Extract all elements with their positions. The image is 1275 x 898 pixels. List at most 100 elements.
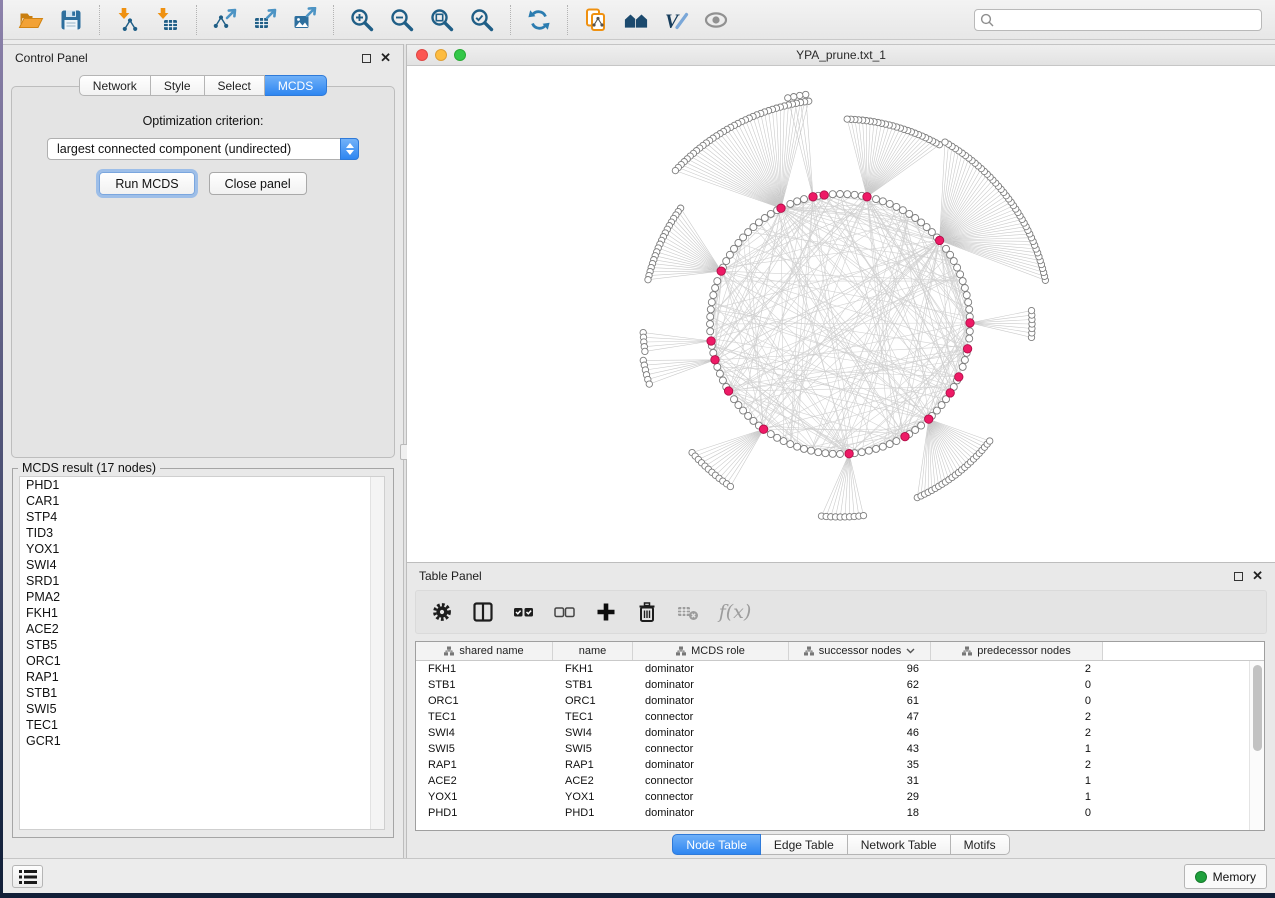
table-scrollbar[interactable]: [1249, 661, 1264, 830]
result-node[interactable]: TID3: [20, 525, 384, 541]
tab-network-table[interactable]: Network Table: [848, 834, 951, 855]
mcds-result-list[interactable]: PHD1CAR1STP4TID3YOX1SWI4SRD1PMA2FKH1ACE2…: [19, 476, 385, 830]
table-row[interactable]: SWI4SWI4dominator462: [416, 725, 1264, 741]
table-cell: 62: [789, 677, 931, 693]
column-header-predecessor-nodes[interactable]: predecessor nodes: [931, 642, 1103, 660]
tab-select[interactable]: Select: [205, 75, 265, 96]
result-node[interactable]: CAR1: [20, 493, 384, 509]
table-scrollbar-thumb[interactable]: [1253, 665, 1262, 751]
column-header-name[interactable]: name: [553, 642, 633, 660]
task-history-button[interactable]: [12, 865, 43, 888]
zoom-out-button[interactable]: [382, 3, 422, 37]
eye-button[interactable]: [696, 3, 736, 37]
column-header-shared-name[interactable]: shared name: [416, 642, 553, 660]
save-button[interactable]: [51, 3, 91, 37]
result-node[interactable]: STP4: [20, 509, 384, 525]
table-row[interactable]: YOX1YOX1connector291: [416, 789, 1264, 805]
tab-node-table[interactable]: Node Table: [672, 834, 761, 855]
refresh-button[interactable]: [519, 3, 559, 37]
search-box[interactable]: [974, 9, 1262, 31]
table-row[interactable]: ORC1ORC1dominator610: [416, 693, 1264, 709]
tab-edge-table[interactable]: Edge Table: [761, 834, 848, 855]
gear-button[interactable]: [428, 598, 456, 626]
network-graph[interactable]: [407, 66, 1275, 563]
result-node[interactable]: ACE2: [20, 621, 384, 637]
result-scrollbar[interactable]: [370, 477, 384, 829]
graph-fan-nodes[interactable]: [640, 91, 1049, 520]
close-panel-button[interactable]: Close panel: [209, 172, 307, 195]
table-row[interactable]: SWI5SWI5connector431: [416, 741, 1264, 757]
zoom-fit-button[interactable]: [422, 3, 462, 37]
tab-motifs[interactable]: Motifs: [951, 834, 1010, 855]
open-folder-button[interactable]: [11, 3, 51, 37]
deselect-all-button[interactable]: [551, 598, 579, 626]
zoom-in-button[interactable]: [342, 3, 382, 37]
table-row[interactable]: FKH1FKH1dominator962: [416, 661, 1264, 677]
main-toolbar: V: [3, 0, 1275, 40]
result-node[interactable]: SWI4: [20, 557, 384, 573]
close-table-panel-icon[interactable]: ✕: [1252, 571, 1263, 581]
table-cell: dominator: [633, 693, 789, 709]
zoom-selected-button[interactable]: [462, 3, 502, 37]
columns-icon: [472, 601, 494, 623]
toolbar-separator: [567, 5, 568, 35]
table-cell: 2: [931, 661, 1103, 677]
result-node[interactable]: GCR1: [20, 733, 384, 749]
float-table-panel-icon[interactable]: [1234, 572, 1243, 581]
result-node[interactable]: RAP1: [20, 669, 384, 685]
export-image-button[interactable]: [285, 3, 325, 37]
columns-button[interactable]: [469, 598, 497, 626]
add-button[interactable]: [592, 598, 620, 626]
result-node[interactable]: STB1: [20, 685, 384, 701]
table-toolbar: f(x): [415, 590, 1267, 634]
table-cell: 0: [931, 677, 1103, 693]
network-canvas[interactable]: [407, 66, 1275, 562]
table-cell: 1: [931, 773, 1103, 789]
refresh-icon: [526, 7, 552, 33]
zoom-in-icon: [349, 7, 375, 33]
table-cell: 61: [789, 693, 931, 709]
import-table-button[interactable]: [148, 3, 188, 37]
result-node[interactable]: ORC1: [20, 653, 384, 669]
table-cell: dominator: [633, 805, 789, 821]
result-node[interactable]: TEC1: [20, 717, 384, 733]
table-row[interactable]: RAP1RAP1dominator352: [416, 757, 1264, 773]
table-cell: RAP1: [416, 757, 553, 773]
result-node[interactable]: FKH1: [20, 605, 384, 621]
optimization-dropdown[interactable]: largest connected component (undirected): [47, 138, 359, 160]
table-row[interactable]: PHD1PHD1dominator180: [416, 805, 1264, 821]
tab-network[interactable]: Network: [79, 75, 151, 96]
table-row[interactable]: TEC1TEC1connector472: [416, 709, 1264, 725]
select-all-button[interactable]: [510, 598, 538, 626]
table-row[interactable]: STB1STB1dominator620: [416, 677, 1264, 693]
import-network-button[interactable]: [108, 3, 148, 37]
result-node[interactable]: SRD1: [20, 573, 384, 589]
trash-button[interactable]: [633, 598, 661, 626]
houses-button[interactable]: [616, 3, 656, 37]
export-network-button[interactable]: [205, 3, 245, 37]
result-node[interactable]: YOX1: [20, 541, 384, 557]
column-header-successor-nodes[interactable]: successor nodes: [789, 642, 931, 660]
memory-button[interactable]: Memory: [1184, 864, 1267, 889]
result-node[interactable]: STB5: [20, 637, 384, 653]
table-tabs: Node TableEdge TableNetwork TableMotifs: [407, 834, 1275, 855]
search-input[interactable]: [995, 13, 1256, 27]
export-table-button[interactable]: [245, 3, 285, 37]
result-node[interactable]: PHD1: [20, 477, 384, 493]
run-mcds-button[interactable]: Run MCDS: [99, 172, 194, 195]
table-cell: SWI4: [553, 725, 633, 741]
tab-style[interactable]: Style: [151, 75, 205, 96]
result-node[interactable]: SWI5: [20, 701, 384, 717]
column-header-MCDS-role[interactable]: MCDS role: [633, 642, 789, 660]
tab-mcds[interactable]: MCDS: [265, 75, 327, 96]
select-all-icon: [513, 601, 535, 623]
result-node[interactable]: PMA2: [20, 589, 384, 605]
table-cell: YOX1: [416, 789, 553, 805]
v-pen-button[interactable]: V: [656, 3, 696, 37]
table-panel: Table Panel ✕ f(x) shared namenameMCDS r…: [407, 562, 1275, 858]
docs-share-button[interactable]: [576, 3, 616, 37]
table-row[interactable]: ACE2ACE2connector311: [416, 773, 1264, 789]
close-panel-icon[interactable]: ✕: [380, 53, 391, 63]
float-panel-icon[interactable]: [362, 54, 371, 63]
table-cell: SWI5: [416, 741, 553, 757]
